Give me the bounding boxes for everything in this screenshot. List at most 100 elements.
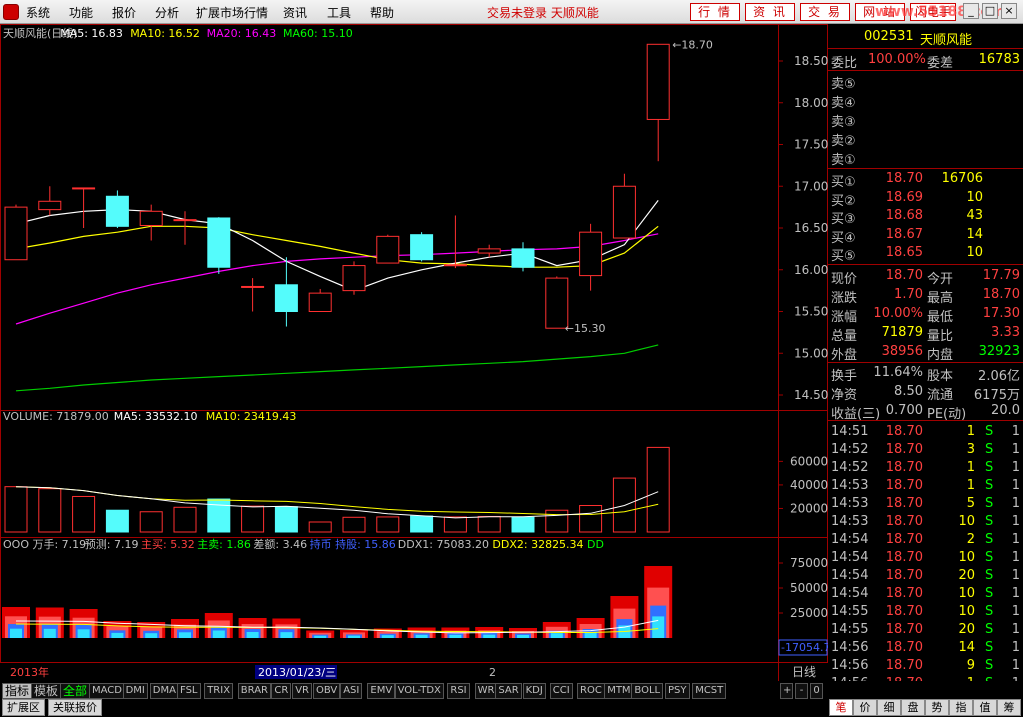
indicator-tab[interactable]: WR (474, 683, 498, 699)
indicator-tab[interactable]: BRAR (237, 683, 271, 699)
indicator-tab[interactable]: VR (292, 683, 312, 699)
indicator-tab[interactable]: 指标 (2, 683, 33, 699)
indicator-tab[interactable]: OBV (313, 683, 341, 699)
app-logo-icon (3, 4, 19, 20)
year-label: 2013年 (10, 665, 49, 679)
indicator-tab[interactable]: CCI (549, 683, 573, 699)
indicator-tab[interactable]: 全部 (60, 683, 91, 699)
stat-value: 17.30 (982, 306, 1020, 321)
candle-body (173, 219, 197, 222)
flow-legend-item: 主买: 5.32 (141, 538, 195, 551)
candle (443, 215, 467, 269)
quote-tab[interactable]: 盘 (901, 699, 925, 716)
trade-button[interactable]: 交 易 (800, 3, 850, 21)
volume-bar (4, 486, 28, 533)
tick-side: S (985, 640, 994, 655)
quote-tab[interactable]: 笔 (829, 699, 853, 716)
indicator-tab[interactable]: EMV (367, 683, 396, 699)
maximize-icon[interactable]: □ (982, 3, 998, 19)
indicator-tab[interactable]: MTM (604, 683, 634, 699)
indicator-tab[interactable]: FSL (177, 683, 201, 699)
menu-quote[interactable]: 报价 (112, 4, 136, 21)
kline-chart[interactable]: 18.50 18.00 17.50 17.00 16.50 16.00 15.50 15.00… (0, 24, 828, 681)
news-button[interactable]: 资 讯 (745, 3, 795, 21)
tick-price: 18.70 (885, 442, 923, 457)
tick-price: 18.70 (885, 568, 923, 583)
low-price-label: ←15.30 (565, 322, 606, 335)
buy-row: 买③ 18.68 43 (828, 207, 1023, 227)
indicator-tab[interactable]: DMI (122, 683, 148, 699)
indicator-tab[interactable]: PSY (665, 683, 690, 699)
indicator-tab[interactable]: BOLL (631, 683, 664, 699)
zoom-button[interactable]: - (795, 683, 808, 699)
quote-tab[interactable]: 值 (973, 699, 997, 716)
status-tab[interactable]: 扩展区 (2, 699, 45, 716)
tick-price: 18.70 (885, 640, 923, 655)
sell-label: 卖④ (831, 96, 856, 111)
tick-row: 14:55 18.70 20 S 1 (828, 621, 1023, 639)
quote-tab[interactable]: 指 (949, 699, 973, 716)
quote-tab[interactable]: 筹 (997, 699, 1021, 716)
tick-count: 1 (1011, 496, 1020, 511)
menu-analysis[interactable]: 分析 (155, 4, 179, 21)
tick-price: 18.70 (885, 550, 923, 565)
indicator-tab[interactable]: VOL-TDX (394, 683, 444, 699)
tick-volume: 2 (966, 532, 975, 547)
indicator-tab[interactable]: KDJ (522, 683, 546, 699)
wei-bi-value: 100.00% (868, 52, 926, 67)
quote-tab[interactable]: 价 (853, 699, 877, 716)
indicator-tab[interactable]: ASI (340, 683, 363, 699)
stat-value: 32923 (978, 344, 1020, 359)
indicator-tab[interactable]: 模板 (31, 683, 62, 699)
close-icon[interactable]: × (1001, 3, 1017, 19)
flow-legend-item: 持币 持股: 15.86 (310, 537, 396, 551)
price-tick-label: 16.50 (794, 221, 828, 235)
zoom-button[interactable]: 0 (810, 683, 823, 699)
indicator-tab[interactable]: ROC (577, 683, 605, 699)
stat-row: 涨幅 10.00% 最低 17.30 (828, 305, 1023, 325)
volume-bar (207, 498, 231, 533)
indicator-tab[interactable]: DMA (149, 683, 179, 699)
volume-bar (646, 446, 670, 533)
menu-news[interactable]: 资讯 (283, 4, 307, 21)
stock-code: 002531 (864, 29, 914, 44)
minimize-icon[interactable]: _ (963, 3, 979, 19)
quote-tab[interactable]: 细 (877, 699, 901, 716)
candle-body (274, 284, 298, 312)
menu-system[interactable]: 系统 (26, 4, 50, 21)
zoom-button[interactable]: + (780, 683, 793, 699)
tick-price: 18.70 (885, 514, 923, 529)
tick-time: 14:55 (831, 604, 869, 619)
price-tick-label: 15.50 (794, 305, 828, 319)
divider (828, 168, 1023, 169)
indicator-tab[interactable]: SAR (495, 683, 522, 699)
tick-volume: 5 (966, 496, 975, 511)
quote-button[interactable]: 行 情 (690, 3, 740, 21)
indicator-tab[interactable]: MCST (692, 683, 727, 699)
tick-row: 14:56 18.70 14 S 1 (828, 639, 1023, 657)
menu-function[interactable]: 功能 (69, 4, 93, 21)
indicator-tab[interactable]: MACD (89, 683, 125, 699)
menu-tools[interactable]: 工具 (327, 4, 351, 21)
menu-extended-market[interactable]: 扩展市场行情 (196, 4, 268, 21)
sell-label: 卖⑤ (831, 77, 856, 92)
stat-row: 外盘 38956 内盘 32923 (828, 343, 1023, 363)
tick-count: 1 (1011, 658, 1020, 673)
sell-row: 卖① (828, 148, 1023, 168)
tick-count: 1 (1011, 622, 1020, 637)
tick-side: S (985, 658, 994, 673)
wei-row: 委比 100.00% 委差 16783 (828, 51, 1023, 71)
candle-body (646, 43, 670, 120)
indicator-tab[interactable]: TRIX (204, 683, 234, 699)
tick-count: 1 (1011, 550, 1020, 565)
candle (477, 244, 501, 258)
menu-help[interactable]: 帮助 (370, 4, 394, 21)
status-tab[interactable]: 关联报价 (48, 699, 102, 716)
candle-body (241, 285, 265, 288)
tick-time: 14:53 (831, 496, 869, 511)
axis-mark: 2 (489, 666, 496, 679)
indicator-tab[interactable]: CR (271, 683, 292, 699)
volume-bar (308, 521, 332, 533)
indicator-tab[interactable]: RSI (447, 683, 470, 699)
quote-tab[interactable]: 势 (925, 699, 949, 716)
